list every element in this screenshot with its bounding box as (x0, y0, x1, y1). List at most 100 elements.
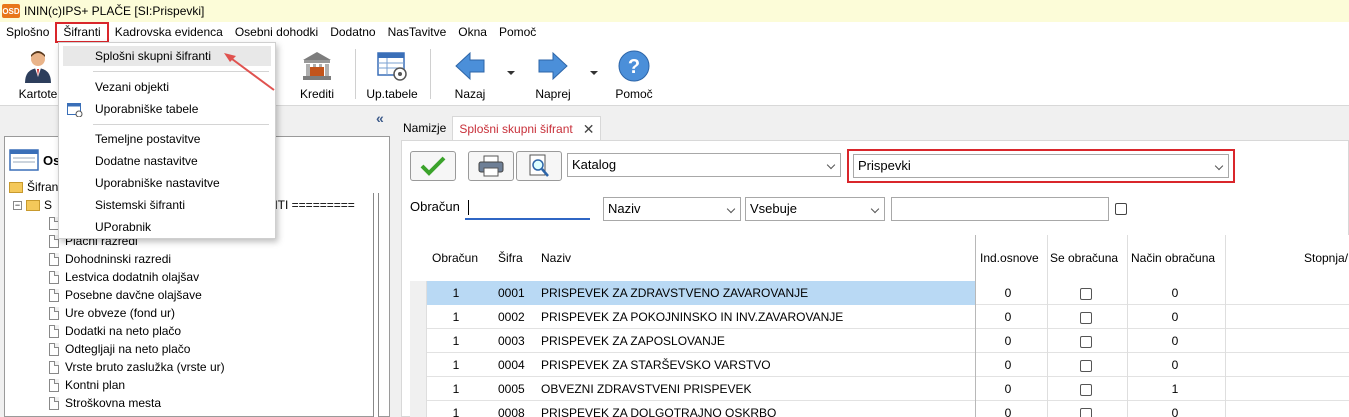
cell-nacin-obracuna: 0 (1171, 358, 1179, 372)
column-divider[interactable] (975, 235, 976, 417)
tab-label: Splošni skupni šifrant (459, 121, 573, 136)
table-select[interactable]: Prispevki (853, 154, 1229, 178)
cell-naziv: PRISPEVEK ZA ZDRAVSTVENO ZAVAROVANJE (541, 286, 809, 300)
row-selector[interactable] (410, 353, 427, 377)
se-obracuna-checkbox[interactable] (1080, 383, 1092, 396)
menu-pomoc[interactable]: Pomoč (493, 22, 542, 43)
column-header-nacin-obracuna[interactable]: Način obračuna (1131, 235, 1215, 281)
table-row[interactable]: 1 0003 PRISPEVEK ZA ZAPOSLOVANJE 0 0 (410, 329, 1349, 353)
print-button[interactable] (468, 151, 514, 181)
cell-se-obracuna (1080, 353, 1092, 377)
table-select-highlight: Prispevki (847, 149, 1235, 183)
column-header-se-obracuna[interactable]: Se obračuna (1050, 235, 1118, 281)
menu-kadrovska-evidenca[interactable]: Kadrovska evidenca (109, 22, 229, 43)
app-logo: OSD (2, 4, 20, 18)
tab-namizje[interactable]: Namizje (397, 116, 452, 140)
menu-separator (93, 124, 269, 125)
menu-item-temeljne-postavitve[interactable]: Temeljne postavitve (63, 129, 271, 149)
row-selector[interactable] (410, 281, 427, 305)
collapse-icon[interactable]: − (13, 200, 22, 210)
filter-checkbox[interactable] (1115, 203, 1127, 215)
table-row[interactable]: 1 0002 PRISPEVEK ZA POKOJNINSKO IN INV.ZAV… (410, 305, 1349, 329)
window-icon (9, 149, 39, 171)
tab-splosni-skupni-sifrant[interactable]: Splošni skupni šifrant ✕ (452, 116, 602, 141)
uptabele-button[interactable]: Up.tabele (364, 47, 420, 103)
row-selector[interactable] (410, 305, 427, 329)
uptabele-label: Up.tabele (366, 87, 418, 101)
column-divider[interactable] (1047, 235, 1048, 417)
menu-item-uporabniske-nastavitve[interactable]: Uporabniške nastavitve (63, 173, 271, 193)
filter-value-input[interactable] (891, 197, 1109, 221)
tree-item[interactable]: Kontni plan (49, 376, 125, 394)
se-obracuna-checkbox[interactable] (1080, 335, 1092, 348)
naprej-dropdown-icon[interactable] (590, 71, 598, 75)
nazaj-button[interactable]: Nazaj (450, 47, 490, 103)
menu-item-uporabnik[interactable]: UPorabnik (63, 217, 271, 237)
tree-item-label: Ure obveze (fond ur) (65, 306, 176, 320)
collapse-panel-icon[interactable]: « (376, 110, 384, 126)
data-grid: Obračun Šifra Naziv Ind.osnove Se obraču… (410, 235, 1349, 417)
filter-operator-select[interactable]: Vsebuje (745, 197, 885, 221)
row-selector[interactable] (410, 401, 427, 417)
tree-root[interactable]: Šifran (9, 178, 58, 196)
document-icon (49, 342, 59, 356)
column-header-sifra[interactable]: Šifra (498, 235, 523, 281)
naprej-button[interactable]: Naprej (530, 47, 576, 103)
pomoc-button[interactable]: ? Pomoč (612, 47, 656, 103)
column-header-obracun[interactable]: Obračun (432, 235, 478, 281)
close-icon[interactable]: ✕ (583, 117, 595, 141)
se-obracuna-checkbox[interactable] (1080, 359, 1092, 372)
menu-item-uporabniske-tabele[interactable]: Uporabniške tabele (63, 99, 271, 119)
se-obracuna-checkbox[interactable] (1080, 407, 1092, 417)
main-panel: Katalog Prispevki Obračun Naziv Vsebuje … (401, 140, 1349, 417)
menu-sifranti[interactable]: Šifranti (55, 22, 109, 43)
menu-dodatno[interactable]: Dodatno (324, 22, 381, 43)
catalog-select[interactable]: Katalog (567, 153, 841, 177)
nazaj-dropdown-icon[interactable] (507, 71, 515, 75)
column-header-ind-osnove[interactable]: Ind.osnove (980, 235, 1039, 281)
document-icon (49, 270, 59, 284)
tree-item[interactable]: Vrste bruto zaslužka (vrste ur) (49, 358, 225, 376)
column-divider[interactable] (1127, 235, 1128, 417)
table-select-value: Prispevki (858, 158, 911, 173)
preview-button[interactable] (516, 151, 562, 181)
catalog-select-value: Katalog (572, 157, 617, 172)
filter-field-value: Naziv (608, 201, 641, 216)
table-row[interactable]: 1 0001 PRISPEVEK ZA ZDRAVSTVENO ZAVAROVANJ… (410, 281, 1349, 305)
document-icon (49, 378, 59, 392)
tree-item[interactable]: Ure obveze (fond ur) (49, 304, 175, 322)
tree-item[interactable]: Lestvica dodatnih olajšav (49, 268, 199, 286)
table-row[interactable]: 1 0008 PRISPEVEK ZA DOLGOTRAJNO OSKRBO 0 0 (410, 401, 1349, 417)
menu-item-dodatne-nastavitve[interactable]: Dodatne nastavitve (63, 151, 271, 171)
tree-item[interactable]: Odtegljaji na neto plačo (49, 340, 190, 358)
arrow-left-icon (455, 51, 485, 81)
menu-okna[interactable]: Okna (452, 22, 493, 43)
menu-nastavitve[interactable]: NasTavitve (382, 22, 453, 43)
tree-item[interactable]: Posebne davčne olajšave (49, 286, 202, 304)
menu-bar: Splošno Šifranti Kadrovska evidenca Oseb… (0, 22, 1349, 43)
tree-item[interactable]: Stroškovna mesta (49, 394, 161, 412)
column-header-stopnja[interactable]: Stopnja/ (1304, 235, 1348, 281)
column-header-naziv[interactable]: Naziv (541, 235, 571, 281)
menu-osebni-dohodki[interactable]: Osebni dohodki (229, 22, 324, 43)
table-row[interactable]: 1 0004 PRISPEVEK ZA STARŠEVSKO VARSTVO 0 0 (410, 353, 1349, 377)
confirm-button[interactable] (410, 151, 456, 181)
document-icon (49, 306, 59, 320)
toolbar-separator (355, 49, 356, 99)
filter-input[interactable] (465, 196, 590, 220)
kartoteka-button[interactable]: Kartote (14, 47, 62, 103)
row-selector[interactable] (410, 377, 427, 401)
column-divider[interactable] (1225, 235, 1226, 417)
row-selector[interactable] (410, 329, 427, 353)
filter-field-select[interactable]: Naziv (603, 197, 741, 221)
tree-item[interactable]: Dohodninski razredi (49, 250, 171, 268)
se-obracuna-checkbox[interactable] (1080, 287, 1092, 300)
table-row[interactable]: 1 0005 OBVEZNI ZDRAVSTVENI PRISPEVEK 0 1 (410, 377, 1349, 401)
tree-item[interactable]: Dodatki na neto plačo (49, 322, 181, 340)
krediti-button[interactable]: Krediti (294, 47, 340, 103)
menu-splosno[interactable]: Splošno (0, 22, 55, 43)
tree-scrollbar[interactable] (373, 193, 379, 417)
se-obracuna-checkbox[interactable] (1080, 311, 1092, 324)
menu-item-sistemski-sifranti[interactable]: Sistemski šifranti (63, 195, 271, 215)
cell-obracun: 1 (452, 334, 460, 348)
